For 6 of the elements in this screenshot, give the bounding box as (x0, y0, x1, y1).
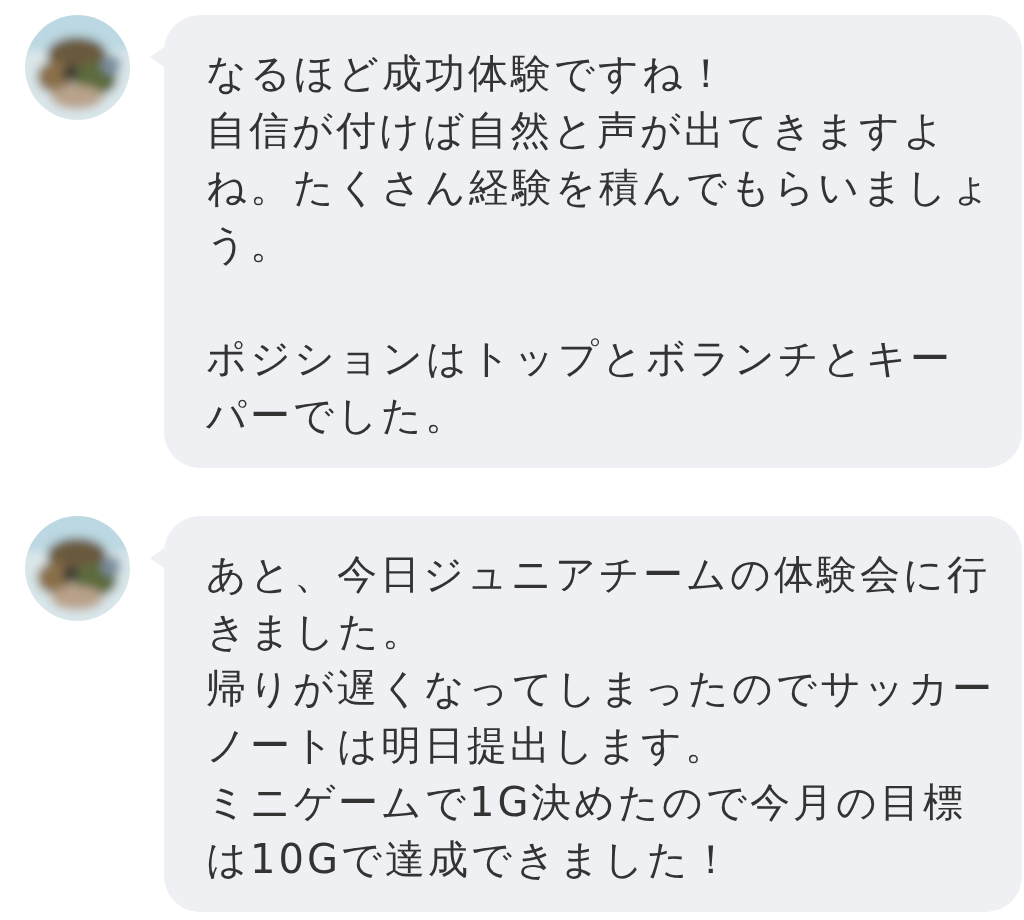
message-text: ミニゲームで1G決めたので今月の目標は10Gで達成できました！ (206, 778, 968, 884)
message-text: あと、今日ジュニアチームの体験会に行きました。 (206, 550, 991, 656)
message-text: なるほど成功体験ですね！ (206, 49, 730, 98)
message-text: 自信が付けば自然と声が出てきますよね。たくさん経験を積んでもらいましょう。 (206, 106, 995, 269)
message-text: ポジションはトップとボランチとキーパーでした。 (206, 334, 954, 440)
message-text: 帰りが遅くなってしまったのでサッカーノートは明日提出します。 (206, 664, 996, 770)
